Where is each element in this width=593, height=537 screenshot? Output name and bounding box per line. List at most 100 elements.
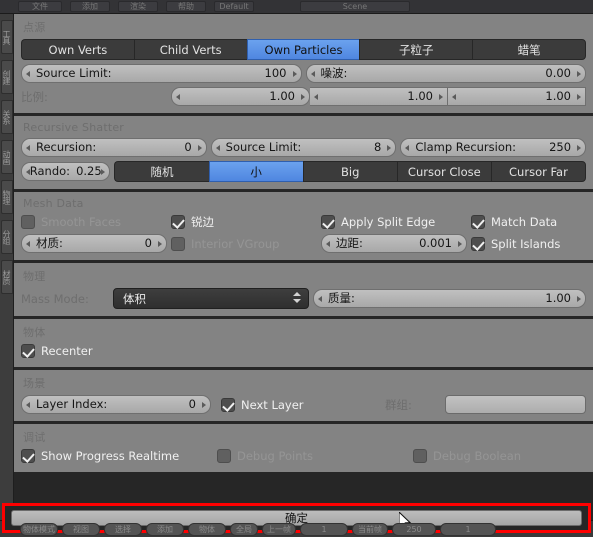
bottombar-chip[interactable]: 视图 [62, 523, 100, 536]
panel-title-physics: 物理 [23, 270, 46, 283]
sidebar-tab-3[interactable]: 动画 [1, 140, 13, 174]
input-group[interactable] [445, 395, 586, 414]
bottombar-chip[interactable]: 添加 [146, 523, 184, 536]
topbar-chip[interactable]: 帮助 [166, 1, 206, 12]
topbar-chip[interactable]: Scene [300, 1, 410, 12]
btn-sort-big[interactable]: Big [302, 161, 397, 182]
bottombar-chip[interactable]: 当前帧 [352, 523, 388, 536]
checkbox-match-data-icon [471, 215, 485, 229]
bottombar-chip[interactable]: 1 [300, 523, 348, 536]
mass-mode-row: Mass Mode: 体积 质量: 1.00 [21, 288, 586, 309]
checkbox-apply-split-edge[interactable]: Apply Split Edge [321, 215, 467, 229]
checkbox-split-islands-label: Split Islands [491, 236, 561, 251]
field-source-limit[interactable]: Source Limit: 100 [21, 64, 302, 83]
sidebar-tab-6[interactable]: 材质 [1, 260, 13, 294]
panel-mesh-data: Mesh Data Smooth Faces 锐边 Apply Split Ed… [14, 192, 593, 260]
bottombar-chip[interactable]: 250 [392, 523, 436, 536]
panel-physics: 物理 Mass Mode: 体积 质量: 1.00 [14, 263, 593, 316]
bottombar-chip[interactable]: 物体 [188, 523, 226, 536]
btn-sort-small[interactable]: 小 [208, 161, 303, 182]
sidebar-tab-0[interactable]: 工具 [1, 20, 13, 54]
checkbox-split-islands[interactable]: Split Islands [471, 236, 586, 251]
checkbox-interior-vgroup[interactable]: Interior VGroup [171, 236, 317, 251]
btn-child-verts[interactable]: Child Verts [133, 39, 247, 60]
topbar-chip[interactable]: 文件 [18, 1, 62, 12]
topbar-chip[interactable]: 渲染 [118, 1, 158, 12]
panel-title-mesh-data: Mesh Data [23, 197, 84, 210]
field-mass-label: 质量: [328, 291, 355, 305]
scale-row: 比例: 1.00 1.00 1.00 [21, 87, 586, 106]
field-material[interactable]: 材质: 0 [21, 234, 167, 253]
field-scale-x[interactable]: 1.00 [171, 87, 310, 106]
field-layer-index-label: Layer Index: [36, 397, 108, 411]
blender-top-menu-bar: 文件 添加 渲染 帮助 Default Scene [0, 0, 593, 14]
field-margin-label: 边距: [336, 236, 363, 250]
field-clamp-recursion-value: 250 [549, 140, 572, 154]
btn-own-verts[interactable]: Own Verts [21, 39, 134, 60]
field-source-limit-label: Source Limit: [36, 66, 112, 80]
checkbox-smooth-faces-label: Smooth Faces [41, 215, 122, 229]
sidebar-tab-5[interactable]: 分组 [1, 220, 13, 254]
mesh-data-row-2: 材质: 0 Interior VGroup 边距: 0.001 Split Is… [21, 234, 586, 253]
field-scale-x-value: 1.00 [269, 89, 295, 103]
field-source-limit-value: 100 [264, 66, 287, 80]
field-layer-index[interactable]: Layer Index: 0 [21, 395, 211, 414]
btn-sort-cursor-far[interactable]: Cursor Far [490, 161, 586, 182]
field-mass[interactable]: 质量: 1.00 [313, 289, 586, 308]
checkbox-smooth-faces[interactable]: Smooth Faces [21, 215, 167, 229]
field-noise[interactable]: 噪波: 0.00 [305, 64, 586, 83]
debug-row: Show Progress Realtime Debug Points Debu… [21, 449, 586, 463]
field-clamp-recursion[interactable]: Clamp Recursion: 250 [400, 138, 587, 157]
btn-sort-random[interactable]: 随机 [114, 161, 209, 182]
sidebar-tab-4[interactable]: 物理 [1, 180, 13, 214]
sidebar-tab-1[interactable]: 创建 [1, 60, 13, 94]
btn-sort-cursor-close[interactable]: Cursor Close [396, 161, 491, 182]
bottombar-chip[interactable]: 1 [440, 523, 496, 536]
sidebar-tab-2[interactable]: 关系 [1, 100, 13, 134]
field-rando[interactable]: Rando: 0.25 [21, 162, 111, 181]
topbar-chip[interactable]: 添加 [70, 1, 110, 12]
panel-object: 物体 Recenter [14, 319, 593, 367]
point-source-toggle-row: Own Verts Child Verts Own Particles 子粒子 … [21, 39, 586, 60]
panel-title-point-source: 点源 [23, 21, 46, 34]
field-recursion[interactable]: Recursion: 0 [21, 138, 207, 157]
group-label: 群组: [385, 397, 412, 412]
field-margin[interactable]: 边距: 0.001 [321, 234, 467, 253]
field-mass-value: 1.00 [545, 291, 571, 305]
checkbox-apply-split-edge-icon [321, 215, 335, 229]
checkbox-next-layer[interactable]: Next Layer [221, 397, 381, 412]
panel-debug: 调试 Show Progress Realtime Debug Points D… [14, 424, 593, 472]
bottombar-chip[interactable]: 物体模式 [20, 523, 58, 536]
field-recursive-source-limit[interactable]: Source Limit: 8 [210, 138, 397, 157]
btn-child-particles[interactable]: 子粒子 [359, 39, 473, 60]
checkbox-match-data[interactable]: Match Data [471, 215, 586, 229]
field-layer-index-value: 0 [188, 397, 196, 411]
point-source-buttons: Own Verts Child Verts Own Particles 子粒子 … [21, 39, 586, 60]
panel-scene: 场景 Layer Index: 0 Next Layer 群组: [14, 370, 593, 421]
btn-own-particles[interactable]: Own Particles [246, 39, 360, 60]
checkbox-show-progress-realtime-label: Show Progress Realtime [41, 449, 180, 463]
scene-row: Layer Index: 0 Next Layer 群组: [21, 395, 586, 414]
checkbox-debug-boolean[interactable]: Debug Boolean [413, 449, 586, 463]
topbar-chip[interactable]: Default [214, 1, 254, 12]
checkbox-smooth-faces-icon [21, 215, 35, 229]
checkbox-split-islands-icon [471, 236, 485, 251]
dropdown-mass-mode[interactable]: 体积 [113, 288, 309, 309]
properties-tab-strip[interactable]: 工具创建关系动画物理分组材质 [0, 14, 14, 520]
source-limit-noise-row: Source Limit: 100 噪波: 0.00 [21, 64, 586, 83]
bottombar-chip[interactable]: 全局 [230, 523, 258, 536]
mass-mode-label: Mass Mode: [21, 291, 89, 306]
checkbox-debug-points-icon [217, 449, 231, 463]
field-scale-y[interactable]: 1.00 [310, 87, 448, 106]
bottombar-chip[interactable]: 选择 [104, 523, 142, 536]
bottombar-chip[interactable]: 上一帧 [262, 523, 296, 536]
btn-grease-pencil[interactable]: 蜡笔 [472, 39, 586, 60]
checkbox-recenter[interactable]: Recenter [21, 344, 93, 358]
checkbox-sharp-edges[interactable]: 锐边 [171, 214, 317, 230]
field-scale-z[interactable]: 1.00 [448, 87, 586, 106]
checkbox-debug-points[interactable]: Debug Points [217, 449, 409, 463]
checkbox-show-progress-realtime[interactable]: Show Progress Realtime [21, 449, 213, 463]
field-clamp-recursion-label: Clamp Recursion: [415, 140, 517, 154]
field-rando-label: Rando: [29, 164, 71, 178]
field-margin-value: 0.001 [419, 236, 452, 250]
